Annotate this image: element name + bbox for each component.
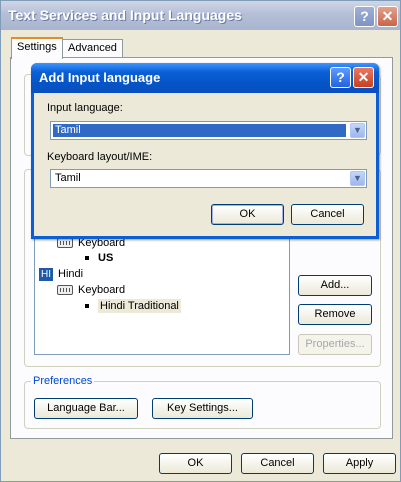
cancel-button[interactable]: Cancel [241,453,314,474]
keyboard-icon [57,238,73,249]
add-input-language-dialog: Add Input language ? ✕ Input language: T… [31,63,379,239]
list-item[interactable]: US [85,252,113,264]
language-bar-button[interactable]: Language Bar... [34,398,138,419]
keyboard-layout-label: Keyboard layout/IME: [47,151,153,163]
input-language-label: Input language: [47,102,123,114]
list-item[interactable]: HI Hindi [39,268,83,281]
dialog-ok-button[interactable]: OK [211,204,284,225]
chevron-down-icon[interactable]: ▼ [350,123,365,138]
close-icon[interactable]: ✕ [353,67,374,88]
properties-button[interactable]: Properties... [298,334,372,355]
installed-services-list[interactable]: Keyboard US HI Hindi Keyboard Hindi Tradi… [34,226,290,355]
list-item-label: Hindi [58,268,84,280]
remove-button[interactable]: Remove [298,304,372,325]
close-icon[interactable]: ✕ [377,6,398,27]
tab-settings[interactable]: Settings [11,37,63,59]
help-icon[interactable]: ? [354,6,375,27]
list-item[interactable]: Keyboard [57,284,125,296]
keyboard-icon [57,285,73,296]
window-title: Text Services and Input Languages [8,7,242,23]
chevron-down-icon[interactable]: ▼ [350,171,365,186]
input-language-select[interactable]: Tamil ▼ [50,121,367,140]
keyboard-layout-select[interactable]: Tamil ▼ [50,169,367,188]
list-item[interactable]: Hindi Traditional [85,299,181,313]
dialog-titlebar[interactable]: Add Input language ? ✕ [31,63,379,93]
keyboard-layout-value: Tamil [55,172,81,184]
apply-button[interactable]: Apply [323,453,396,474]
key-settings-button[interactable]: Key Settings... [152,398,253,419]
add-button[interactable]: Add... [298,275,372,296]
tab-advanced[interactable]: Advanced [62,39,123,57]
list-item-label: US [98,252,114,264]
window-titlebar[interactable]: Text Services and Input Languages ? ✕ [1,1,400,30]
preferences-legend: Preferences [31,375,95,387]
ok-button[interactable]: OK [159,453,232,474]
list-item-label: Hindi Traditional [98,299,181,313]
bullet-icon [85,304,89,309]
list-item-label: Keyboard [78,284,126,296]
dialog-cancel-button[interactable]: Cancel [291,204,364,225]
bullet-icon [85,256,89,261]
help-icon[interactable]: ? [330,67,351,88]
input-language-value: Tamil [53,124,346,137]
text-services-window: Text Services and Input Languages ? ✕ Se… [0,0,401,482]
language-badge: HI [39,268,53,281]
dialog-title: Add Input language [39,70,161,85]
